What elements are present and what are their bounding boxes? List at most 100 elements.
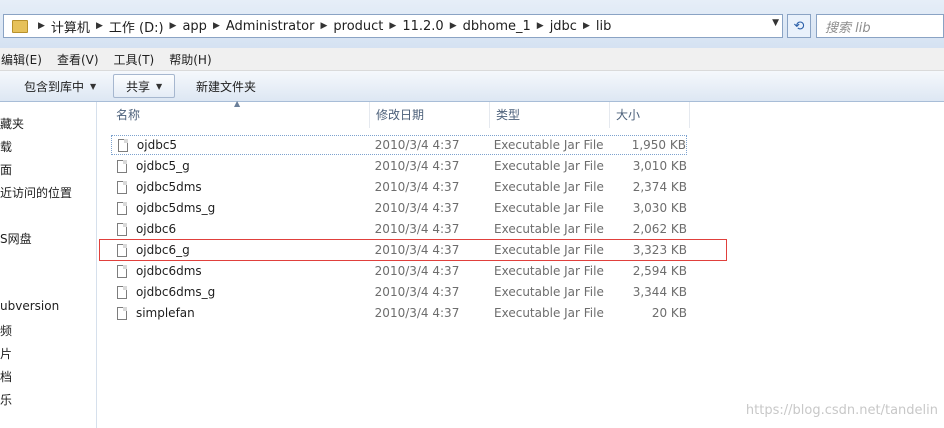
chevron-right-icon[interactable]: ▶ <box>537 21 544 31</box>
file-size: 3,030 KB <box>632 201 687 215</box>
file-icon <box>117 306 127 320</box>
menu-tools[interactable]: 工具(T) <box>114 51 155 68</box>
chevron-right-icon[interactable]: ▶ <box>450 21 457 31</box>
file-icon <box>117 285 127 299</box>
column-header-date[interactable]: 修改日期 <box>370 102 490 128</box>
column-header-size[interactable]: 大小 <box>610 102 690 128</box>
file-icon <box>117 180 127 194</box>
menu-help[interactable]: 帮助(H) <box>169 51 211 68</box>
file-name: ojdbc6dms <box>135 264 202 278</box>
file-size: 2,594 KB <box>632 264 687 278</box>
refresh-icon: ⟲ <box>793 18 805 34</box>
file-name: ojdbc5dms <box>135 180 202 194</box>
file-icon <box>117 264 127 278</box>
include-in-library-label: 包含到库中 <box>24 79 85 94</box>
address-bar[interactable]: ▶ 计算机 ▶ 工作 (D:) ▶ app ▶ Administrator ▶ … <box>3 14 783 38</box>
chevron-right-icon[interactable]: ▶ <box>96 21 103 31</box>
share-label: 共享 <box>126 79 151 94</box>
table-row[interactable]: ojdbc6dms_g 2010/3/4 4:37 Executable Jar… <box>111 282 687 302</box>
menu-view[interactable]: 查看(V) <box>57 51 99 68</box>
file-name: ojdbc5 <box>136 138 178 152</box>
new-folder-button[interactable]: 新建文件夹 <box>196 74 256 98</box>
table-row[interactable]: ojdbc6 2010/3/4 4:37 Executable Jar File… <box>111 219 687 239</box>
file-name: ojdbc6_g <box>135 243 190 257</box>
breadcrumb-administrator[interactable]: Administrator <box>226 19 315 34</box>
chevron-right-icon[interactable]: ▶ <box>38 21 45 31</box>
file-name: ojdbc5_g <box>135 159 190 173</box>
file-icon <box>117 159 127 173</box>
file-icon <box>117 243 127 257</box>
file-name: ojdbc5dms_g <box>135 201 216 215</box>
nav-desktop[interactable]: 面 <box>0 161 12 178</box>
table-row[interactable]: simplefan 2010/3/4 4:37 Executable Jar F… <box>111 303 687 323</box>
chevron-right-icon[interactable]: ▶ <box>170 21 177 31</box>
include-in-library-button[interactable]: 包含到库中 ▼ <box>24 74 96 98</box>
nav-subversion[interactable]: ubversion <box>0 299 59 313</box>
nav-cloud-drive[interactable]: S网盘 <box>0 230 32 247</box>
file-type: Executable Jar File <box>494 180 604 194</box>
breadcrumb-drive[interactable]: 工作 (D:) <box>109 17 164 36</box>
file-icon <box>117 222 127 236</box>
nav-favorites[interactable]: 藏夹 <box>0 115 24 132</box>
file-size: 3,344 KB <box>632 285 687 299</box>
breadcrumb-version[interactable]: 11.2.0 <box>402 19 443 34</box>
file-size: 3,323 KB <box>632 243 687 257</box>
breadcrumb-computer[interactable]: 计算机 <box>51 17 90 36</box>
file-type: Executable Jar File <box>494 201 604 215</box>
table-row[interactable]: ojdbc5dms 2010/3/4 4:37 Executable Jar F… <box>111 177 687 197</box>
file-list: ▲ 名称 修改日期 类型 大小 ojdbc5 2010/3/4 4:37 Exe… <box>97 99 944 428</box>
nav-downloads[interactable]: 载 <box>0 138 12 155</box>
file-type: Executable Jar File <box>494 159 604 173</box>
file-date: 2010/3/4 4:37 <box>374 264 460 278</box>
file-size: 3,010 KB <box>632 159 687 173</box>
file-type: Executable Jar File <box>494 285 604 299</box>
file-date: 2010/3/4 4:37 <box>374 306 460 320</box>
breadcrumb-app[interactable]: app <box>182 19 206 34</box>
chevron-down-icon: ▼ <box>90 81 97 91</box>
file-type: Executable Jar File <box>493 138 604 152</box>
refresh-button[interactable]: ⟲ <box>787 14 811 38</box>
column-header-name[interactable]: 名称 <box>110 102 370 128</box>
chevron-right-icon[interactable]: ▶ <box>213 21 220 31</box>
nav-videos[interactable]: 频 <box>0 322 12 339</box>
file-size: 2,374 KB <box>632 180 687 194</box>
breadcrumb-jdbc[interactable]: jdbc <box>550 19 577 34</box>
nav-recent-places[interactable]: 近访问的位置 <box>0 184 72 201</box>
table-row[interactable]: ojdbc6dms 2010/3/4 4:37 Executable Jar F… <box>111 261 687 281</box>
column-header-type[interactable]: 类型 <box>490 102 610 128</box>
table-row[interactable]: ojdbc5dms_g 2010/3/4 4:37 Executable Jar… <box>111 198 687 218</box>
chevron-right-icon[interactable]: ▶ <box>320 21 327 31</box>
file-date: 2010/3/4 4:37 <box>374 159 460 173</box>
address-bar-area: ▶ 计算机 ▶ 工作 (D:) ▶ app ▶ Administrator ▶ … <box>0 0 944 48</box>
chevron-right-icon[interactable]: ▶ <box>583 21 590 31</box>
breadcrumb-product[interactable]: product <box>333 19 383 34</box>
file-icon <box>117 201 127 215</box>
file-date: 2010/3/4 4:37 <box>374 285 460 299</box>
file-icon <box>118 138 128 152</box>
nav-documents[interactable]: 档 <box>0 368 12 385</box>
breadcrumb-lib[interactable]: lib <box>596 19 611 34</box>
file-size: 1,950 KB <box>631 138 686 152</box>
table-row[interactable]: ojdbc5_g 2010/3/4 4:37 Executable Jar Fi… <box>111 156 687 176</box>
chevron-right-icon[interactable]: ▶ <box>389 21 396 31</box>
file-size: 20 KB <box>651 306 687 320</box>
search-input[interactable]: 搜索 lib <box>816 14 944 38</box>
file-date: 2010/3/4 4:37 <box>374 201 460 215</box>
command-bar: 包含到库中 ▼ 共享 ▼ 新建文件夹 <box>0 71 944 102</box>
share-button[interactable]: 共享 ▼ <box>113 74 176 98</box>
file-name: simplefan <box>135 306 195 320</box>
nav-music[interactable]: 乐 <box>0 391 12 408</box>
watermark: https://blog.csdn.net/tandelin <box>745 403 938 418</box>
file-date: 2010/3/4 4:37 <box>374 222 460 236</box>
folder-icon <box>12 19 28 33</box>
file-date: 2010/3/4 4:37 <box>374 243 460 257</box>
nav-pictures[interactable]: 片 <box>0 345 12 362</box>
chevron-down-icon[interactable]: ▼ <box>772 18 779 28</box>
file-type: Executable Jar File <box>494 306 604 320</box>
breadcrumb-dbhome[interactable]: dbhome_1 <box>463 19 531 34</box>
table-row[interactable]: ojdbc6_g 2010/3/4 4:37 Executable Jar Fi… <box>111 240 687 260</box>
file-name: ojdbc6 <box>135 222 177 236</box>
table-row[interactable]: ojdbc5 2010/3/4 4:37 Executable Jar File… <box>111 135 687 155</box>
menu-edit[interactable]: 编辑(E) <box>1 51 42 68</box>
file-size: 2,062 KB <box>632 222 687 236</box>
